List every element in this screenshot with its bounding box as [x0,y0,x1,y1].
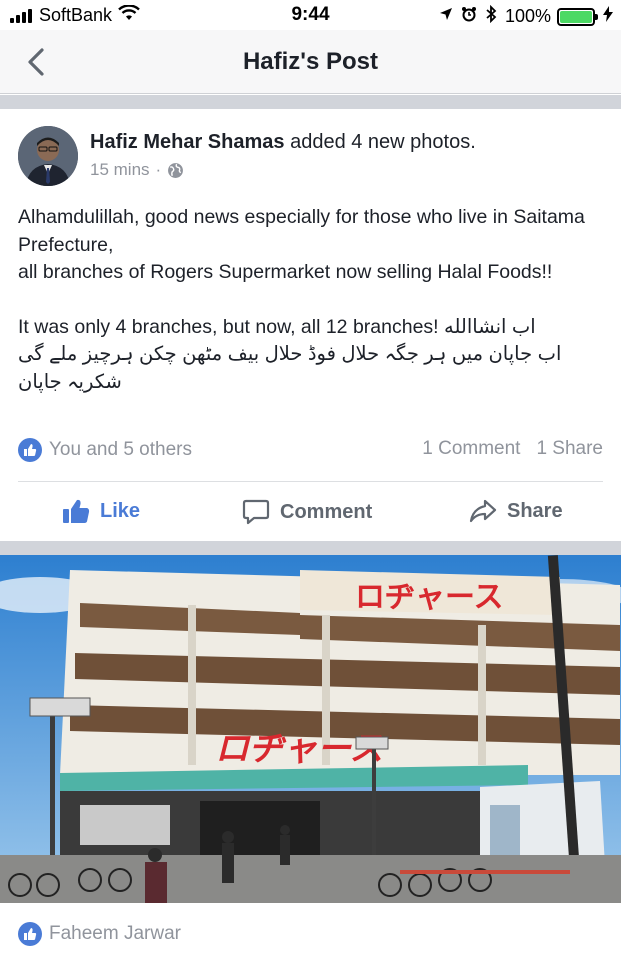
comments-count[interactable]: 1 Comment [422,438,520,460]
location-icon [439,7,453,26]
reactions-text: You and 5 others [49,439,192,460]
post-action-text: added 4 new photos. [290,131,476,153]
like-button[interactable]: Like [62,498,140,524]
next-post-name: Faheem Jarwar [49,923,181,944]
comment-icon [242,499,270,525]
action-bar: Like Comment Share [0,488,621,538]
page-title: Hafiz's Post [242,48,379,75]
avatar[interactable] [18,126,78,186]
post-photo[interactable]: ロヂャース ロヂャース [0,555,621,903]
bluetooth-icon [485,4,497,28]
divider [18,481,603,482]
thumbs-up-icon [63,499,90,523]
post-text-urdu: اب جاپان میں ہر جگہ حلال فوڈ حلال بیف مٹ… [18,343,562,365]
section-separator [0,95,621,109]
battery-percent: 100% [504,6,551,26]
share-button[interactable]: Share [469,498,563,524]
comment-label: Comment [280,500,373,523]
like-badge-icon [18,438,42,462]
charging-icon [603,6,613,27]
like-badge-icon [18,922,42,946]
alarm-icon [461,6,477,27]
navigation-bar: Hafiz's Post [0,30,621,94]
status-right: 100% [439,4,613,28]
meta-separator: · [155,160,162,179]
status-bar: SoftBank 9:44 100% [0,0,621,30]
share-icon [469,499,497,523]
author-name[interactable]: Hafiz Mehar Shamas [90,131,285,153]
post-text-line: all branches of Rogers Supermarket now s… [18,261,553,283]
shares-count[interactable]: 1 Share [536,438,603,460]
share-label: Share [507,499,563,522]
post-time[interactable]: 15 mins [90,160,150,180]
post-text-urdu: شکریہ جاپان [18,370,122,393]
post-text-english: It was only 4 branches, but now, all 12 … [18,315,445,338]
comment-button[interactable]: Comment [242,498,372,526]
globe-icon [168,162,184,178]
rooftop-sign: ロヂャース [355,580,504,615]
post-text: Alhamdulillah, good news especially for … [18,204,608,396]
engagement-counts: 1 Comment 1 Share [422,438,603,460]
reactions-row: You and 5 others 1 Comment 1 Share [18,438,603,466]
post-text-line: Alhamdulillah, good news especially for … [18,206,585,256]
next-post-reaction[interactable]: Faheem Jarwar [18,922,181,946]
post-text-urdu-inline: اب انشاالله [444,315,536,338]
post-header: Hafiz Mehar Shamas added 4 new photos. 1… [18,126,608,192]
post-text-line: It was only 4 branches, but now, all 12 … [18,314,608,342]
like-label: Like [100,499,141,522]
battery-icon [557,7,598,26]
section-separator [0,541,621,555]
battery-level-fill [560,10,592,23]
reactions-summary[interactable]: You and 5 others [18,438,192,462]
post-author-line: Hafiz Mehar Shamas added 4 new photos. [90,131,476,154]
post-meta: 15 mins · [90,160,184,180]
